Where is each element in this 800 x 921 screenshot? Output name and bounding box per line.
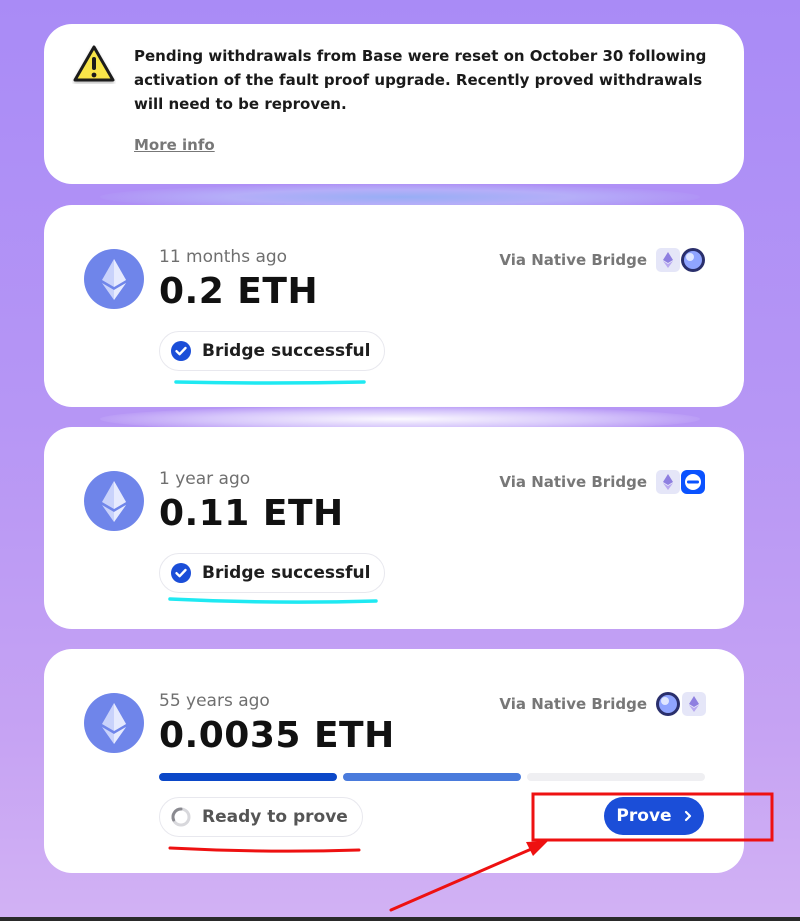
status-badge: Bridge successful [159, 331, 386, 371]
status-label: Ready to prove [202, 807, 348, 827]
eth-logo-icon [84, 249, 144, 309]
chain-icons [656, 248, 705, 272]
bridge-route-label: Via Native Bridge [499, 695, 647, 713]
transaction-card[interactable]: 55 years ago 0.0035 ETH Via Native Bridg… [44, 649, 744, 873]
status-label: Bridge successful [202, 341, 371, 361]
more-info-link[interactable]: More info [134, 136, 215, 154]
transaction-amount: 0.0035 ETH [159, 715, 395, 756]
bridge-route-label: Via Native Bridge [499, 251, 647, 269]
transaction-time: 55 years ago [159, 691, 270, 711]
prove-button[interactable]: Prove [604, 797, 704, 835]
status-label: Bridge successful [202, 563, 371, 583]
transaction-card[interactable]: 1 year ago 0.11 ETH Via Native Bridge Br… [44, 427, 744, 629]
progress-step [527, 773, 705, 781]
status-badge: Ready to prove [159, 797, 363, 837]
chain-icons [656, 470, 705, 494]
progress-step [343, 773, 521, 781]
eth-logo-icon [84, 471, 144, 531]
warning-triangle-icon [73, 45, 115, 82]
transaction-time: 1 year ago [159, 469, 251, 489]
spinner-icon [171, 807, 191, 827]
transaction-card[interactable]: 11 months ago 0.2 ETH Via Native Bridge … [44, 205, 744, 407]
progress-step [159, 773, 337, 781]
bridge-route-label: Via Native Bridge [499, 473, 647, 491]
transaction-time: 11 months ago [159, 247, 288, 267]
transaction-amount: 0.11 ETH [159, 493, 344, 534]
progress-steps [159, 773, 705, 781]
window-bottom-edge [0, 917, 800, 921]
prove-button-label: Prove [616, 806, 672, 826]
check-circle-icon [171, 563, 191, 583]
chevron-right-icon [684, 810, 691, 822]
notice-card: Pending withdrawals from Base were reset… [44, 24, 744, 184]
eth-logo-icon [84, 693, 144, 753]
chain-icons [656, 692, 706, 716]
transaction-amount: 0.2 ETH [159, 271, 319, 312]
check-circle-icon [171, 341, 191, 361]
status-badge: Bridge successful [159, 553, 386, 593]
notice-message: Pending withdrawals from Base were reset… [134, 47, 707, 113]
